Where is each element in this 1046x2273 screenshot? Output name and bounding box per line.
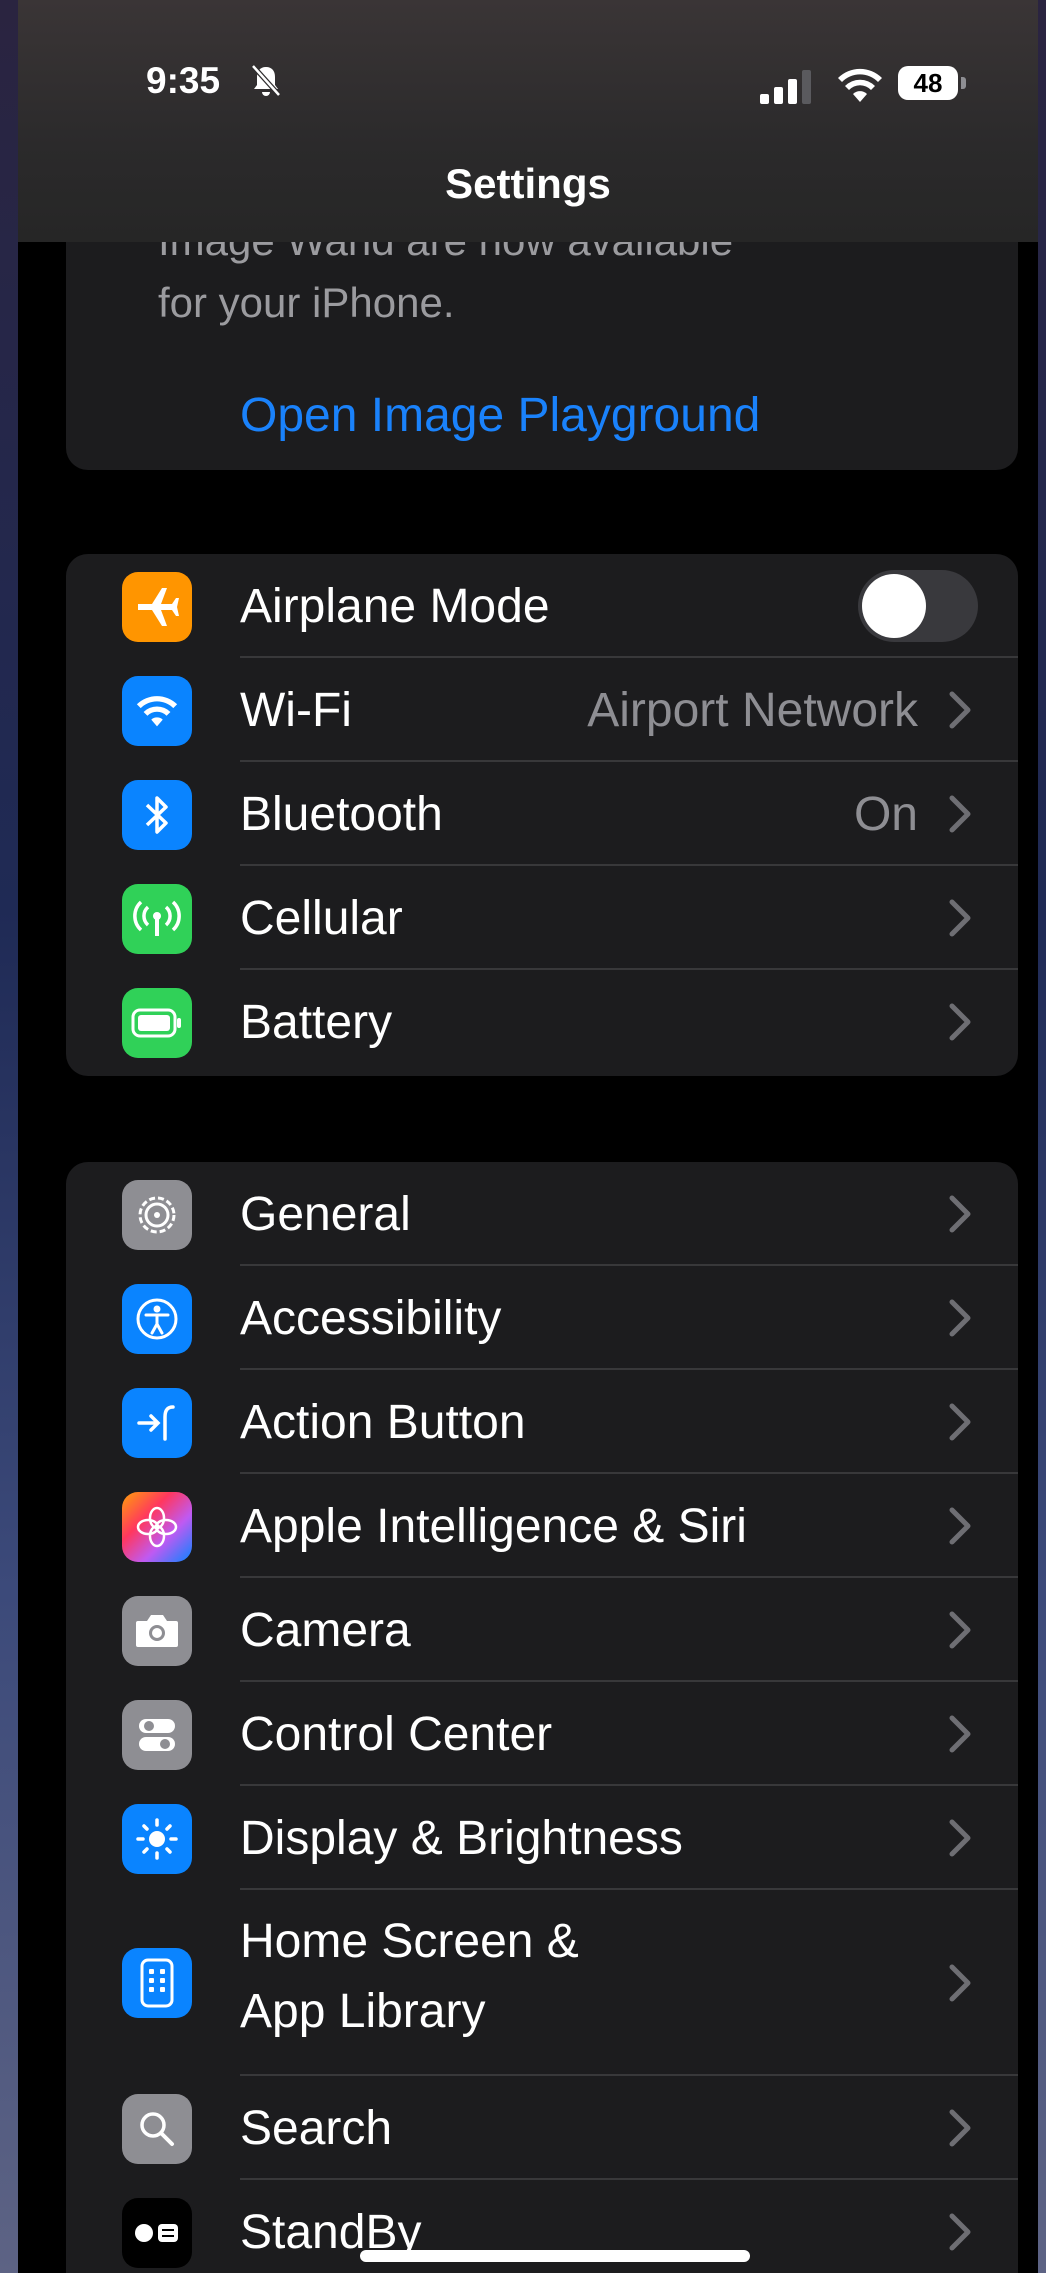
- bluetooth-icon: [122, 780, 192, 850]
- open-image-playground-link[interactable]: Open Image Playground: [240, 388, 760, 443]
- row-accessibility[interactable]: Accessibility: [66, 1266, 1018, 1370]
- action-button-label: Action Button: [240, 1396, 526, 1449]
- airplane-icon: [122, 572, 192, 642]
- antenna-icon: [122, 884, 192, 954]
- system-group: General Accessibility Action Button Appl…: [66, 1162, 1018, 2273]
- cellular-signal-icon: [760, 70, 811, 104]
- chevron-right-icon: [949, 1507, 971, 1545]
- row-airplane-mode[interactable]: Airplane Mode: [66, 554, 1018, 658]
- sun-icon: [122, 1804, 192, 1874]
- row-action-button[interactable]: Action Button: [66, 1370, 1018, 1474]
- row-control-center[interactable]: Control Center: [66, 1682, 1018, 1786]
- chevron-right-icon: [949, 2213, 971, 2251]
- battery-icon: [122, 988, 192, 1058]
- control-center-label: Control Center: [240, 1708, 553, 1761]
- row-home-screen-app-library[interactable]: Home Screen & App Library: [66, 1890, 1018, 2076]
- camera-label: Camera: [240, 1604, 411, 1657]
- cellular-label: Cellular: [240, 892, 403, 945]
- airplane-mode-label: Airplane Mode: [240, 580, 550, 633]
- bluetooth-label: Bluetooth: [240, 788, 443, 841]
- accessibility-label: Accessibility: [240, 1292, 502, 1345]
- search-label: Search: [240, 2102, 393, 2155]
- row-camera[interactable]: Camera: [66, 1578, 1018, 1682]
- wifi-label: Wi-Fi: [240, 684, 352, 737]
- wifi-status-icon: [838, 68, 882, 102]
- toggle-knob: [862, 574, 926, 638]
- row-wifi[interactable]: Wi-Fi Airport Network: [66, 658, 1018, 762]
- apple-intelligence-siri-label: Apple Intelligence & Siri: [240, 1500, 747, 1553]
- chevron-right-icon: [949, 1403, 971, 1441]
- banner-text-line-2: for your iPhone.: [158, 279, 455, 326]
- chevron-right-icon: [949, 1299, 971, 1337]
- wifi-network-value: Airport Network: [587, 684, 918, 737]
- chevron-right-icon: [949, 1715, 971, 1753]
- magnifier-icon: [122, 2094, 192, 2164]
- right-border: [1038, 0, 1046, 2273]
- apple-intelligence-icon: [122, 1492, 192, 1562]
- accessibility-icon: [122, 1284, 192, 1354]
- chevron-right-icon: [949, 899, 971, 937]
- connectivity-group: Airplane Mode Wi-Fi Airport Network Blue…: [66, 554, 1018, 1076]
- chevron-right-icon: [949, 691, 971, 729]
- page-title: Settings: [445, 160, 611, 207]
- home-screen-label-line-2: App Library: [240, 1985, 486, 2038]
- battery-tip: [961, 77, 966, 89]
- bluetooth-value: On: [853, 788, 918, 841]
- chevron-right-icon: [949, 795, 971, 833]
- control-center-icon: [122, 1700, 192, 1770]
- battery-level: 48: [898, 66, 958, 100]
- settings-screen: Image Wand are now available for your iP…: [18, 0, 1038, 2273]
- row-battery[interactable]: Battery: [66, 970, 1018, 1074]
- chevron-right-icon: [949, 1195, 971, 1233]
- chevron-right-icon: [949, 2109, 971, 2147]
- general-label: General: [240, 1188, 411, 1241]
- chevron-right-icon: [949, 1819, 971, 1857]
- battery-status-icon: 48: [898, 66, 970, 102]
- camera-icon: [122, 1596, 192, 1666]
- display-brightness-label: Display & Brightness: [240, 1812, 683, 1865]
- gear-icon: [122, 1180, 192, 1250]
- left-border: [0, 0, 18, 2273]
- row-bluetooth[interactable]: Bluetooth On: [66, 762, 1018, 866]
- airplane-mode-toggle[interactable]: [858, 570, 978, 642]
- status-time: 9:35: [146, 60, 221, 101]
- row-display-brightness[interactable]: Display & Brightness: [66, 1786, 1018, 1890]
- row-search[interactable]: Search: [66, 2076, 1018, 2180]
- navigation-bar: 9:35 48 Settings: [18, 0, 1038, 242]
- standby-icon: [122, 2198, 192, 2268]
- wifi-icon: [122, 676, 192, 746]
- row-general[interactable]: General: [66, 1162, 1018, 1266]
- action-button-icon: [122, 1388, 192, 1458]
- chevron-right-icon: [949, 1964, 971, 2002]
- chevron-right-icon: [949, 1003, 971, 1041]
- row-apple-intelligence-siri[interactable]: Apple Intelligence & Siri: [66, 1474, 1018, 1578]
- home-screen-icon: [122, 1948, 192, 2018]
- bell-slash-icon: [251, 64, 281, 97]
- row-cellular[interactable]: Cellular: [66, 866, 1018, 970]
- home-indicator[interactable]: [360, 2250, 750, 2262]
- home-screen-label-line-1: Home Screen &: [240, 1915, 579, 1968]
- battery-label: Battery: [240, 996, 393, 1049]
- chevron-right-icon: [949, 1611, 971, 1649]
